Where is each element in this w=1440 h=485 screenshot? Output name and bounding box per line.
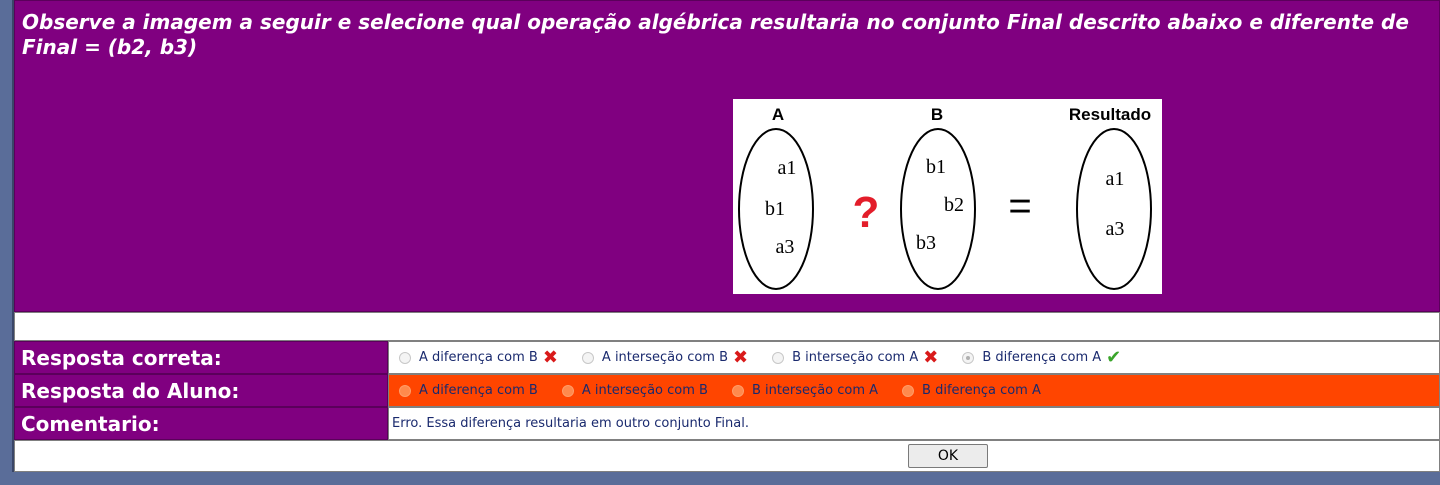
x-icon: ✖: [923, 346, 939, 368]
question-line-2: Final = (b2, b3): [22, 35, 198, 59]
student-answer-options: A diferença com B A interseção com B B i…: [388, 374, 1440, 407]
comment-row: Comentario: Erro. Essa diferença resulta…: [14, 407, 1440, 440]
option-label: A diferença com B: [419, 383, 538, 398]
result-item-2: a3: [1106, 218, 1125, 240]
correct-answer-label: Resposta correta:: [14, 341, 388, 374]
set-a-title: A: [772, 105, 784, 124]
radio-button[interactable]: [902, 384, 915, 397]
option-label: B diferença com A: [982, 350, 1102, 365]
question-panel: Observe a imagem a seguir e selecione qu…: [14, 0, 1440, 312]
question-line-1: Observe a imagem a seguir e selecione qu…: [22, 10, 1409, 34]
option-label: A interseção com B: [581, 383, 708, 398]
option-label: A interseção com B: [601, 350, 729, 365]
ok-row: OK: [14, 440, 1440, 472]
set-b-title: B: [931, 105, 943, 124]
result-title: Resultado: [1069, 105, 1151, 124]
student-option-3: B interseção com A: [731, 383, 879, 398]
set-b-item-3: b3: [916, 232, 936, 254]
set-a-item-2: b1: [765, 198, 785, 220]
radio-button-selected[interactable]: [962, 351, 975, 364]
radio-button[interactable]: [731, 384, 744, 397]
check-icon: ✔: [1106, 346, 1122, 368]
ok-button[interactable]: OK: [908, 444, 988, 468]
x-icon: ✖: [542, 346, 558, 368]
radio-button[interactable]: [561, 384, 574, 397]
result-item-1: a1: [1106, 168, 1125, 190]
student-option-4: B diferença com A: [902, 383, 1041, 398]
set-b-item-2: b2: [944, 194, 964, 216]
radio-button[interactable]: [581, 351, 594, 364]
operator-question-mark: ?: [853, 188, 880, 237]
radio-button[interactable]: [399, 351, 411, 364]
correct-option-3: B interseção com A ✖: [772, 346, 939, 368]
option-label: B interseção com A: [792, 350, 919, 365]
correct-answer-row: Resposta correta: A diferença com B ✖ A …: [14, 341, 1440, 374]
result-ellipse: [1076, 128, 1152, 290]
student-option-1: A diferença com B: [399, 383, 538, 398]
set-operation-figure: A a1 b1 a3 ? B b1 b2 b3 = Resultado a1 a…: [733, 99, 1162, 294]
student-answer-row: Resposta do Aluno: A diferença com B A i…: [14, 374, 1440, 407]
correct-option-2: A interseção com B ✖: [581, 346, 749, 368]
set-a-item-3: a3: [776, 236, 795, 258]
question-text: Observe a imagem a seguir e selecione qu…: [22, 10, 1437, 60]
option-label: B interseção com A: [751, 383, 879, 398]
radio-button[interactable]: [399, 384, 411, 397]
option-label: B diferença com A: [922, 383, 1041, 398]
set-b-item-1: b1: [926, 156, 946, 178]
comment-text: Erro. Essa diferença resultaria em outro…: [388, 407, 1440, 440]
student-answer-label: Resposta do Aluno:: [14, 374, 388, 407]
quiz-frame: Observe a imagem a seguir e selecione qu…: [12, 0, 1440, 472]
equals-sign: =: [1008, 184, 1031, 228]
correct-answer-options: A diferença com B ✖ A interseção com B ✖…: [388, 341, 1440, 374]
x-icon: ✖: [733, 346, 749, 368]
option-label: A diferença com B: [419, 350, 538, 365]
student-option-2: A interseção com B: [561, 383, 708, 398]
correct-option-1: A diferença com B ✖: [399, 346, 558, 368]
correct-option-4: B diferença com A ✔: [962, 346, 1122, 368]
set-a-item-1: a1: [778, 157, 797, 179]
spacer-row: [14, 312, 1440, 341]
radio-button[interactable]: [772, 351, 785, 364]
comment-label: Comentario:: [14, 407, 388, 440]
